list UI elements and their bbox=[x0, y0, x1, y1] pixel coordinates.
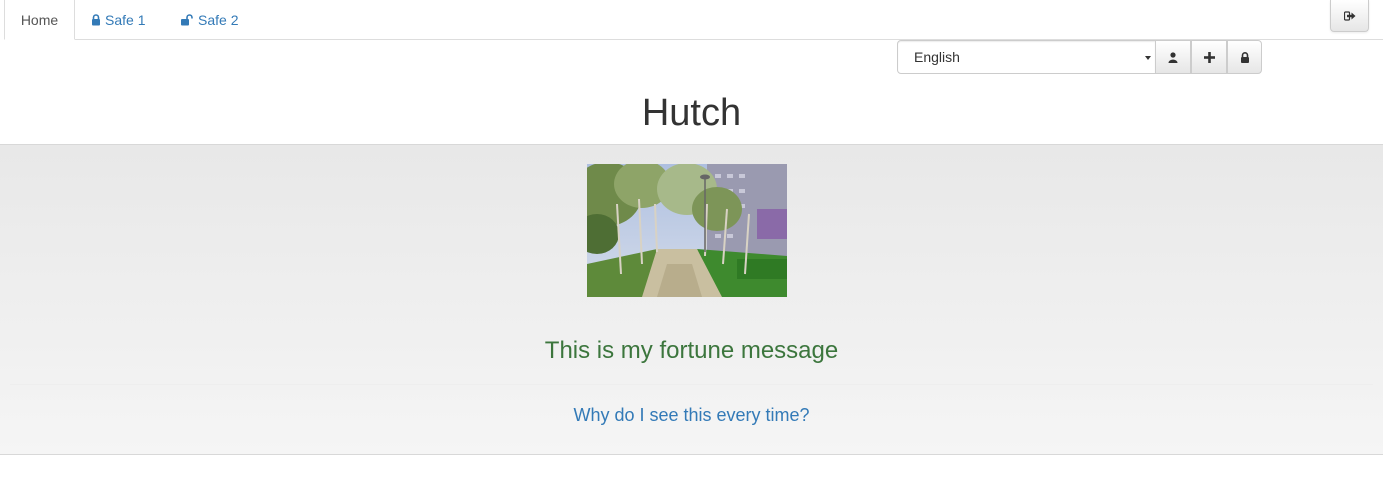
user-button[interactable] bbox=[1155, 40, 1191, 74]
why-link[interactable]: Why do I see this every time? bbox=[0, 403, 1383, 427]
park-path-photo bbox=[587, 164, 787, 297]
lock-button[interactable] bbox=[1227, 40, 1262, 74]
chevron-down-icon bbox=[1145, 56, 1151, 60]
tab-home-label: Home bbox=[20, 11, 59, 28]
tab-safe-1-label: Safe 1 bbox=[105, 12, 146, 28]
tab-safe-1[interactable]: Safe 1 bbox=[91, 0, 145, 40]
fortune-message: This is my fortune message bbox=[544, 337, 839, 364]
fortune-panel: This is my fortune message Why do I see … bbox=[0, 144, 1383, 455]
tab-safe-2-label: Safe 2 bbox=[198, 12, 239, 28]
logout-button[interactable] bbox=[1330, 0, 1369, 32]
plus-icon bbox=[1203, 51, 1215, 63]
tab-home[interactable]: Home bbox=[4, 0, 75, 40]
language-select[interactable]: English bbox=[897, 40, 1156, 74]
unlock-icon bbox=[181, 14, 193, 26]
user-icon bbox=[1168, 51, 1178, 63]
nav-tabs: Home Safe 1 Safe 2 bbox=[0, 0, 1383, 40]
language-selected-value: English bbox=[914, 49, 960, 65]
lock-icon bbox=[92, 14, 100, 26]
add-button[interactable] bbox=[1191, 40, 1227, 74]
divider bbox=[10, 384, 1373, 385]
lock-icon bbox=[1240, 51, 1249, 63]
sign-out-icon bbox=[1343, 10, 1355, 21]
page-title: Hutch bbox=[641, 92, 742, 134]
tab-safe-2[interactable]: Safe 2 bbox=[180, 0, 238, 40]
